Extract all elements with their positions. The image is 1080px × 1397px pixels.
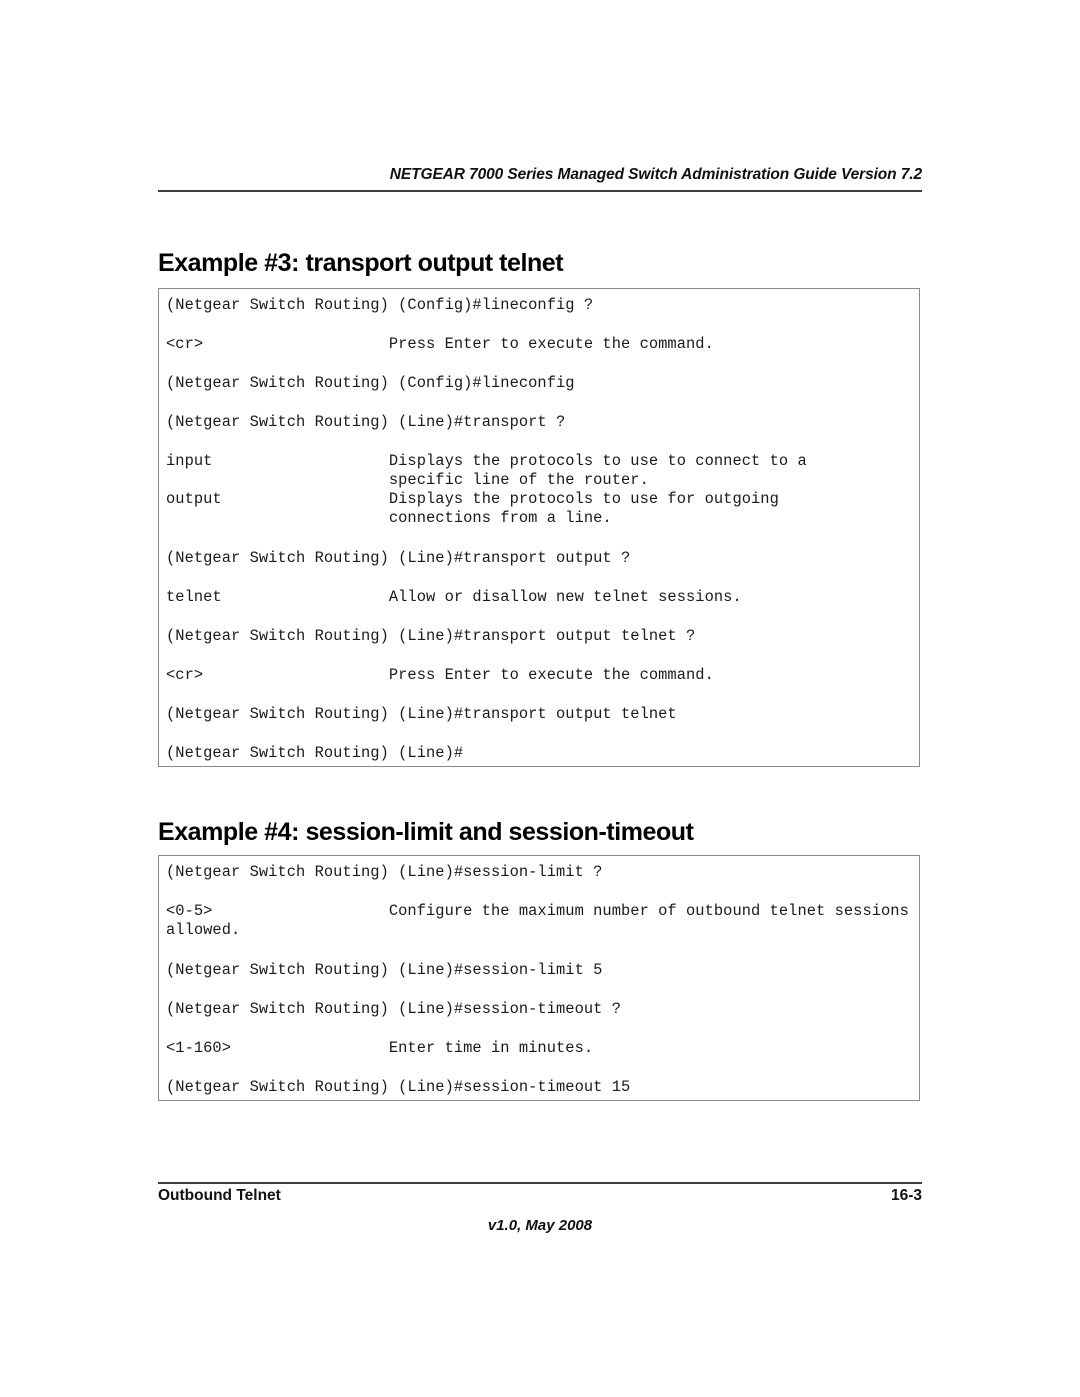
section-heading-example-4: Example #4: session-limit and session-ti… <box>158 817 694 846</box>
code-line: (Netgear Switch Routing) (Config)#lineco… <box>166 374 575 392</box>
code-line: <1-160> Enter time in minutes. <box>166 1039 594 1057</box>
code-block-example-3: (Netgear Switch Routing) (Config)#lineco… <box>158 288 920 767</box>
code-line: (Netgear Switch Routing) (Line)# <box>166 744 464 762</box>
code-line: (Netgear Switch Routing) (Config)#lineco… <box>166 296 594 314</box>
header-divider-rule <box>158 190 922 192</box>
code-line: connections from a line. <box>166 509 612 527</box>
document-page: NETGEAR 7000 Series Managed Switch Admin… <box>0 0 1080 1397</box>
running-header-title: NETGEAR 7000 Series Managed Switch Admin… <box>389 166 922 183</box>
footer-version-label: v1.0, May 2008 <box>487 1217 593 1234</box>
code-block-body: (Netgear Switch Routing) (Config)#lineco… <box>159 289 919 766</box>
code-line: (Netgear Switch Routing) (Line)#session-… <box>166 863 603 881</box>
footer-divider-rule <box>158 1182 922 1184</box>
footer-page-number: 16-3 <box>890 1187 922 1204</box>
code-line: (Netgear Switch Routing) (Line)#session-… <box>166 1000 622 1018</box>
code-line: specific line of the router. <box>166 471 649 489</box>
section-heading-example-3: Example #3: transport output telnet <box>158 248 564 277</box>
code-line: (Netgear Switch Routing) (Line)#session-… <box>166 961 603 979</box>
code-line: (Netgear Switch Routing) (Line)#transpor… <box>166 627 696 645</box>
code-line: (Netgear Switch Routing) (Line)#session-… <box>166 1078 631 1096</box>
code-line: (Netgear Switch Routing) (Line)#transpor… <box>166 549 631 567</box>
code-line: output Displays the protocols to use for… <box>166 490 779 508</box>
code-block-body: (Netgear Switch Routing) (Line)#session-… <box>159 856 919 1100</box>
code-line: (Netgear Switch Routing) (Line)#transpor… <box>166 705 677 723</box>
code-line: <cr> Press Enter to execute the command. <box>166 666 714 684</box>
code-line: (Netgear Switch Routing) (Line)#transpor… <box>166 413 566 431</box>
code-line: <cr> Press Enter to execute the command. <box>166 335 714 353</box>
code-block-example-4: (Netgear Switch Routing) (Line)#session-… <box>158 855 920 1101</box>
code-line: allowed. <box>166 921 241 939</box>
code-line: input Displays the protocols to use to c… <box>166 452 807 470</box>
code-line: <0-5> Configure the maximum number of ou… <box>166 902 909 920</box>
code-line: telnet Allow or disallow new telnet sess… <box>166 588 742 606</box>
